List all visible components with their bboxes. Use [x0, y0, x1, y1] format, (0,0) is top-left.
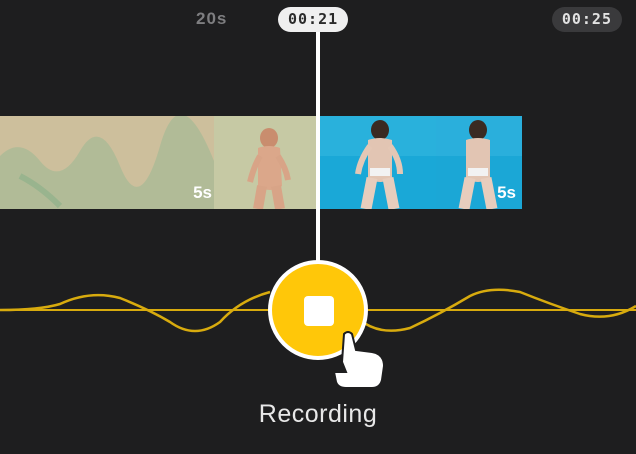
video-clip-recorded[interactable]: 5s — [0, 116, 316, 209]
ruler-marker-20s: 20s — [196, 9, 228, 28]
clip-duration-label: 5s — [497, 183, 516, 202]
end-time-indicator: 00:25 — [551, 7, 622, 32]
clip-frame — [214, 116, 316, 209]
recording-status-label: Recording — [258, 400, 378, 428]
clip-frame — [320, 116, 436, 209]
swimmer-frame-thumbnail — [320, 116, 436, 209]
swimmer-frame-thumbnail — [214, 116, 316, 209]
clip-duration-label: 5s — [193, 183, 212, 202]
diver-frame-thumbnail — [0, 116, 214, 209]
pointer-hand-icon — [332, 331, 386, 389]
video-clip-upcoming[interactable]: 5s — [320, 116, 522, 209]
clip-frame — [0, 116, 214, 209]
current-time-indicator[interactable]: 00:21 — [278, 7, 349, 32]
stop-icon — [304, 296, 334, 326]
playhead[interactable] — [316, 32, 320, 262]
